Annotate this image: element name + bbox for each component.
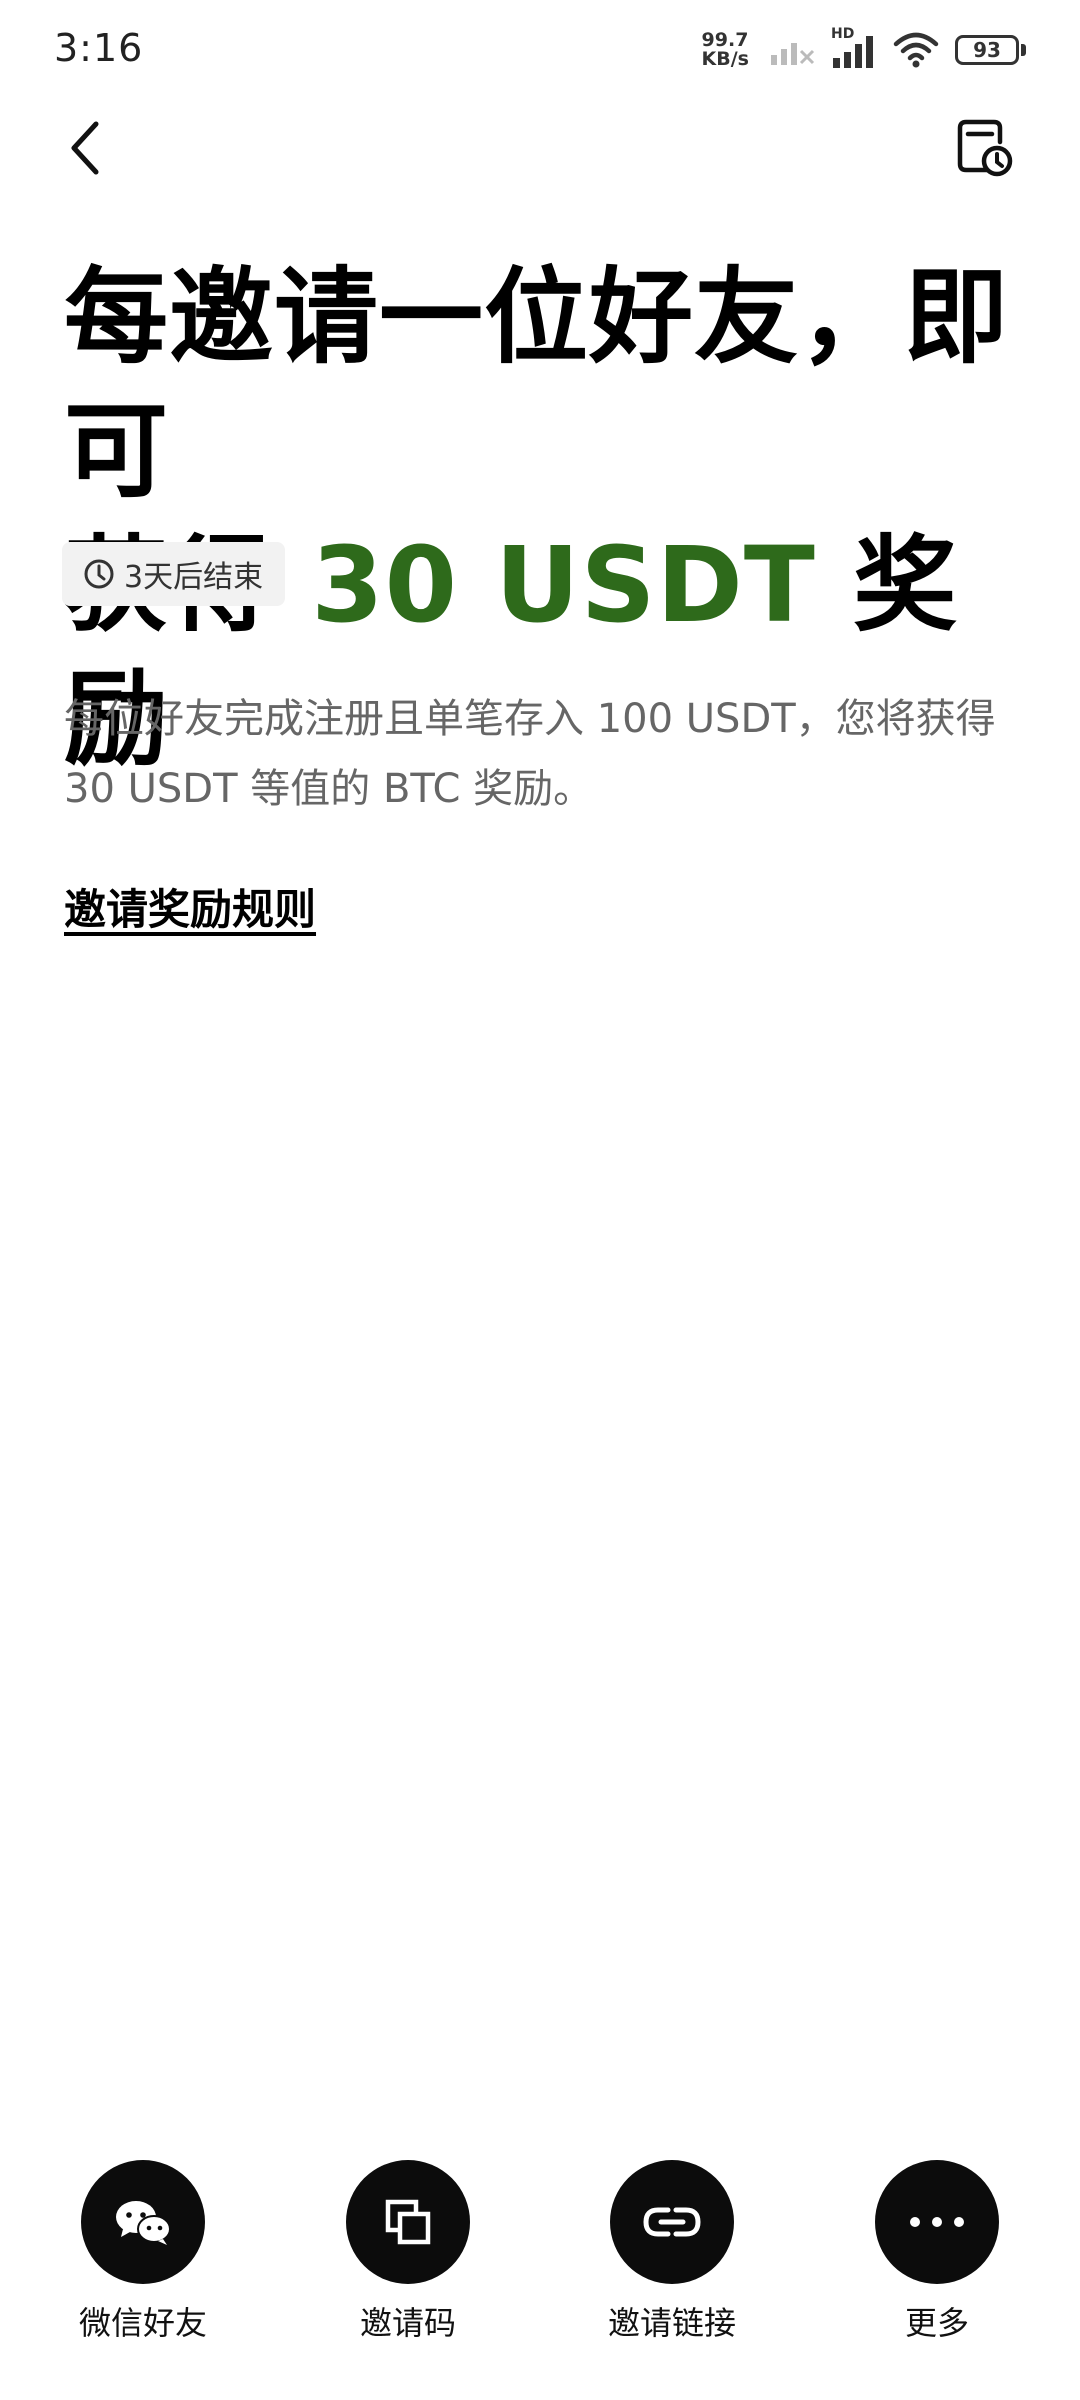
battery-indicator: 93 (955, 35, 1019, 65)
wechat-icon (116, 2201, 171, 2245)
back-button[interactable] (56, 112, 116, 184)
status-icons: 99.7 KB/s HD 93 (702, 26, 1026, 72)
calendar-clock-icon (957, 119, 1013, 177)
share-more-label: 更多 (904, 2304, 969, 2342)
share-invite-link-label: 邀请链接 (607, 2304, 736, 2342)
share-wechat-label: 微信好友 (78, 2304, 207, 2342)
wifi-icon (893, 32, 939, 68)
history-button[interactable] (948, 112, 1020, 184)
share-circle (81, 2160, 205, 2284)
title-line-1: 每邀请一位好友，即可 (64, 256, 1010, 512)
share-circle (610, 2160, 734, 2284)
share-invite-link-button[interactable]: 邀请链接 (562, 2160, 782, 2344)
share-invite-code-label: 邀请码 (359, 2304, 456, 2342)
copy-icon (385, 2199, 431, 2245)
status-bar: 3:16 99.7 KB/s HD 93 (0, 0, 1080, 96)
signal-strong-icon (833, 36, 873, 68)
share-invite-code-button[interactable]: 邀请码 (298, 2160, 518, 2344)
status-time: 3:16 (54, 26, 144, 70)
share-circle (346, 2160, 470, 2284)
signal-hd: HD (831, 26, 877, 70)
network-speed: 99.7 KB/s (702, 31, 749, 69)
share-wechat-button[interactable]: 微信好友 (33, 2160, 253, 2344)
battery-level: 93 (973, 38, 1001, 62)
countdown-text: 3天后结束 (124, 560, 264, 595)
reward-description: 每位好友完成注册且单笔存入 100 USDT，您将获得 30 USDT 等值的 … (64, 696, 996, 812)
more-icon (910, 2217, 964, 2227)
battery-tip (1021, 44, 1026, 56)
reward-amount: 30 USDT (311, 524, 816, 646)
rules-link[interactable]: 邀请奖励规则 (64, 876, 316, 937)
signal-weak-icon (771, 43, 815, 65)
network-speed-unit: KB/s (701, 48, 749, 70)
share-circle (875, 2160, 999, 2284)
chevron-left-icon (71, 121, 99, 175)
share-more-button[interactable]: 更多 (827, 2160, 1047, 2344)
countdown-badge: 3天后结束 (62, 542, 286, 606)
clock-icon (84, 559, 114, 589)
invite-page: 3:16 99.7 KB/s HD 93 每邀请一位好友，即可 30 USDT … (0, 0, 1080, 2400)
link-icon (643, 2207, 701, 2237)
share-bar: 微信好友 邀请码 邀请链接 更多 (0, 2160, 1080, 2360)
